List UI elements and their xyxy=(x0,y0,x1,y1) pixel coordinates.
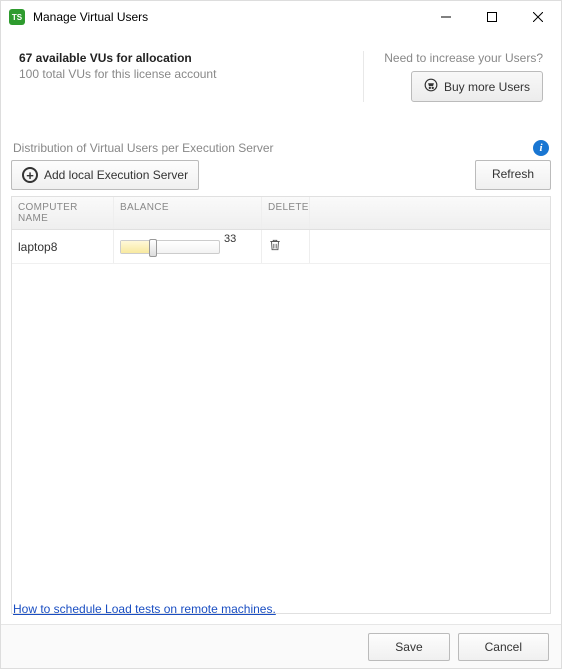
cart-icon xyxy=(424,78,438,95)
table-row: laptop8 33 xyxy=(12,230,550,264)
table-body: laptop8 33 xyxy=(12,230,550,613)
maximize-button[interactable] xyxy=(469,1,515,33)
summary-left: 67 available VUs for allocation 100 tota… xyxy=(19,51,363,102)
summary-row: 67 available VUs for allocation 100 tota… xyxy=(1,33,561,110)
col-balance: BALANCE xyxy=(114,197,262,229)
cell-delete xyxy=(262,230,310,263)
balance-slider[interactable] xyxy=(120,240,220,254)
cell-balance: 33 xyxy=(114,230,262,263)
slider-thumb[interactable] xyxy=(149,239,157,257)
info-icon[interactable]: i xyxy=(533,140,549,156)
buy-more-users-label: Buy more Users xyxy=(444,80,530,94)
col-delete: DELETE xyxy=(262,197,310,229)
available-vus-label: 67 available VUs for allocation xyxy=(19,51,363,65)
window-title: Manage Virtual Users xyxy=(33,10,423,24)
col-computer-name: COMPUTER NAME xyxy=(12,197,114,229)
window-controls xyxy=(423,1,561,33)
save-button[interactable]: Save xyxy=(368,633,449,661)
delete-row-button[interactable] xyxy=(268,238,282,255)
section-header: Distribution of Virtual Users per Execut… xyxy=(1,110,561,160)
add-local-server-button[interactable]: + Add local Execution Server xyxy=(11,160,199,190)
minimize-button[interactable] xyxy=(423,1,469,33)
plus-circle-icon: + xyxy=(22,167,38,183)
cell-computer-name: laptop8 xyxy=(12,230,114,263)
help-link-row: How to schedule Load tests on remote mac… xyxy=(13,602,276,616)
toolbar-spacer xyxy=(207,160,467,190)
title-bar: TS Manage Virtual Users xyxy=(1,1,561,33)
table-toolbar: + Add local Execution Server Refresh xyxy=(11,160,551,190)
increase-prompt: Need to increase your Users? xyxy=(384,51,543,65)
balance-value: 33 xyxy=(224,233,236,245)
summary-right: Need to increase your Users? Buy more Us… xyxy=(363,51,543,102)
app-icon: TS xyxy=(9,9,25,25)
servers-table: COMPUTER NAME BALANCE DELETE laptop8 33 xyxy=(11,196,551,614)
buy-more-users-button[interactable]: Buy more Users xyxy=(411,71,543,102)
refresh-button[interactable]: Refresh xyxy=(475,160,551,190)
section-label: Distribution of Virtual Users per Execut… xyxy=(13,141,533,155)
cancel-button[interactable]: Cancel xyxy=(458,633,549,661)
add-local-server-label: Add local Execution Server xyxy=(44,168,188,182)
dialog-footer: Save Cancel xyxy=(1,624,561,668)
table-header: COMPUTER NAME BALANCE DELETE xyxy=(12,197,550,230)
trash-icon xyxy=(268,238,282,252)
total-vus-label: 100 total VUs for this license account xyxy=(19,67,363,81)
help-link[interactable]: How to schedule Load tests on remote mac… xyxy=(13,602,276,616)
close-button[interactable] xyxy=(515,1,561,33)
